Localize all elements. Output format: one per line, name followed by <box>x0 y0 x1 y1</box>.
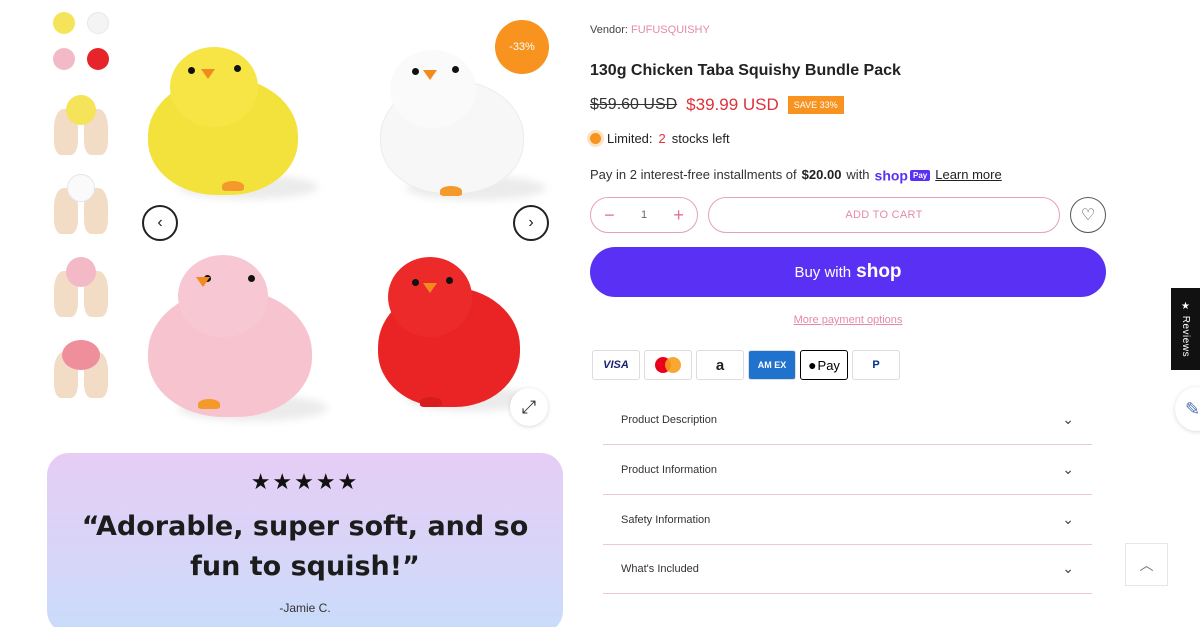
quantity-value[interactable]: 1 <box>641 209 647 221</box>
star-rating: ★★★★★ <box>250 469 360 494</box>
add-to-cart-button[interactable]: ADD TO CART <box>708 197 1060 233</box>
wishlist-button[interactable]: ♡ <box>1070 197 1106 233</box>
edit-button[interactable]: ✎ <box>1175 387 1200 431</box>
apple-pay-icon: ● Pay <box>800 350 848 380</box>
yellow-chick-image <box>148 47 318 207</box>
chevron-up-icon: ︿ <box>1139 556 1154 573</box>
shoppay-badge: Pay <box>910 169 931 181</box>
mastercard-icon <box>644 350 692 380</box>
stock-indicator: Limited: 2 stocks left <box>590 131 730 146</box>
accordion-product-information[interactable]: Product Information ⌄ <box>603 445 1092 495</box>
back-to-top-button[interactable]: ︿ <box>1125 543 1168 586</box>
sale-price: $39.99 USD <box>686 95 779 114</box>
prev-image-button[interactable]: ‹ <box>142 205 178 241</box>
shop-logo: shop <box>856 261 902 282</box>
quantity-stepper[interactable]: − 1 + <box>590 197 698 233</box>
product-main-image <box>130 5 562 433</box>
apple-pay-label: Pay <box>817 357 840 373</box>
accordion-label: Product Information <box>621 463 717 476</box>
save-badge: SAVE 33% <box>787 96 844 114</box>
vendor-link[interactable]: FUFUSQUISHY <box>631 24 710 36</box>
discount-badge: -33% <box>495 20 549 74</box>
chevron-down-icon: ⌄ <box>1062 411 1074 427</box>
stock-dot-icon <box>590 133 601 144</box>
review-quote: “Adorable, super soft, and so fun to squ… <box>81 511 529 582</box>
accordion-label: Safety Information <box>621 513 711 526</box>
white-chick-image <box>376 50 546 210</box>
buy-with-label: Buy with <box>794 263 852 281</box>
product-title: 130g Chicken Taba Squishy Bundle Pack <box>590 62 901 79</box>
chevron-down-icon: ⌄ <box>1062 560 1074 576</box>
next-image-button[interactable]: › <box>513 205 549 241</box>
stock-count: 2 <box>658 131 666 146</box>
review-author: -Jamie C. <box>279 601 331 615</box>
compare-at-price: $59.60 USD <box>590 96 678 113</box>
installments-text: Pay in 2 interest-free installments of <box>590 167 797 183</box>
chevron-down-icon: ⌄ <box>1062 461 1074 477</box>
shoppay-wordmark: shop <box>874 167 908 184</box>
thumbnail-pink-in-hands[interactable] <box>50 251 112 319</box>
accordion-product-description[interactable]: Product Description ⌄ <box>603 395 1092 445</box>
installments-info: Pay in 2 interest-free installments of $… <box>590 166 1002 183</box>
more-payment-options-link[interactable]: More payment options <box>590 314 1106 326</box>
accordion-safety-information[interactable]: Safety Information ⌄ <box>603 495 1092 545</box>
amex-icon: AM EX <box>748 350 796 380</box>
installments-amount: $20.00 <box>801 167 842 183</box>
thumbnail-list <box>50 8 116 413</box>
thumbnail-squished-in-hands[interactable] <box>50 332 112 400</box>
shoppay-logo: shop Pay <box>875 166 931 183</box>
increase-quantity-button[interactable]: + <box>673 205 684 226</box>
chevron-down-icon: ⌄ <box>1062 511 1074 527</box>
pencil-icon: ✎ <box>1185 398 1200 419</box>
accordion-whats-included[interactable]: What's Included ⌄ <box>603 544 1092 594</box>
stock-suffix: stocks left <box>671 131 730 146</box>
accordion-label: Product Description <box>621 413 717 426</box>
pink-chick-image <box>148 255 328 425</box>
payment-icons: VISA a AM EX ● Pay P <box>592 350 900 380</box>
zoom-button[interactable]: ⤢ <box>510 388 548 426</box>
installments-with: with <box>846 167 870 183</box>
red-chick-image <box>376 257 536 417</box>
amazon-pay-icon: a <box>696 350 744 380</box>
thumbnail-yellow-in-hands[interactable] <box>50 89 112 157</box>
price-row: $59.60 USD $39.99 USD SAVE 33% <box>590 95 844 115</box>
thumbnail-all-colors[interactable] <box>50 8 112 76</box>
expand-icon: ⤢ <box>521 396 537 417</box>
vendor-line: Vendor: FUFUSQUISHY <box>590 24 710 36</box>
chevron-right-icon: › <box>528 214 534 231</box>
reviews-side-tab[interactable]: ★ Reviews <box>1171 288 1200 370</box>
thumbnail-white-in-hands[interactable] <box>50 170 112 238</box>
decrease-quantity-button[interactable]: − <box>604 205 615 226</box>
buy-with-shop-button[interactable]: Buy with shop <box>590 247 1106 297</box>
vendor-label: Vendor: <box>590 24 628 36</box>
accordion-label: What's Included <box>621 562 699 575</box>
review-card: ★★★★★ “Adorable, super soft, and so fun … <box>47 453 563 627</box>
paypal-icon: P <box>852 350 900 380</box>
learn-more-link[interactable]: Learn more <box>935 167 1001 182</box>
stock-label: Limited: <box>607 131 653 146</box>
heart-icon: ♡ <box>1080 207 1096 224</box>
visa-icon: VISA <box>592 350 640 380</box>
chevron-left-icon: ‹ <box>157 214 163 231</box>
